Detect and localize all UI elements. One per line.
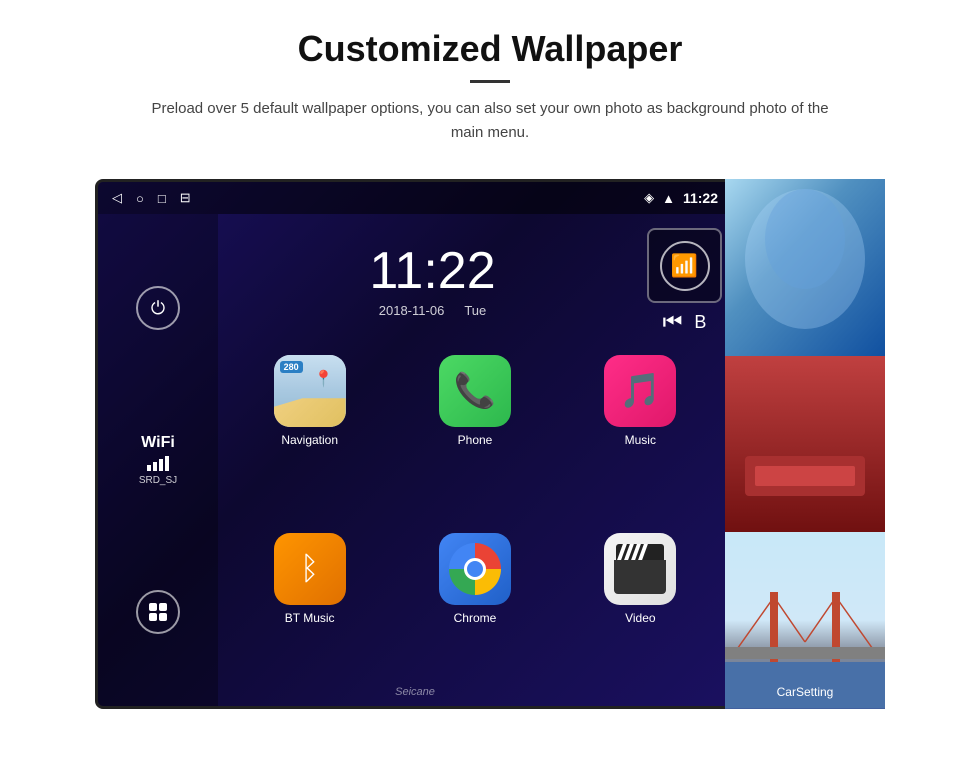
bridge-svg [725, 532, 885, 708]
clock-date-value: 2018-11-06 [379, 303, 445, 318]
wifi-bar-2 [153, 462, 157, 471]
page-description: Preload over 5 default wallpaper options… [150, 97, 830, 145]
status-bar-right: ◈ ▲ 11:22 [644, 190, 718, 206]
clock-section: 11:22 2018-11-06 Tue [228, 245, 637, 318]
btmusic-app-icon: ᛒ [274, 533, 346, 605]
title-divider [470, 80, 510, 83]
watermark-text: Seicane [395, 686, 435, 698]
video-clapper-icon [614, 544, 666, 594]
wallpaper-thumbnails: CarSetting [725, 179, 885, 709]
car-setting-label: CarSetting [725, 685, 885, 699]
back-nav-icon: ◁ [112, 190, 122, 206]
chrome-app-icon [439, 533, 511, 605]
power-icon: ⏻ [151, 298, 165, 319]
top-row: 11:22 2018-11-06 Tue 📶 [228, 214, 722, 345]
apps-grid-icon [149, 603, 167, 621]
wallpaper-thumb-casino[interactable] [725, 356, 885, 533]
media-icon-box: 📶 [647, 228, 722, 303]
wallpaper-thumb-bridge[interactable] [725, 532, 885, 709]
app-item-btmusic[interactable]: ᛒ BT Music [234, 533, 385, 697]
clapper-body [614, 560, 666, 594]
bluetooth-icon: ᛒ [300, 550, 319, 587]
wifi-bar-4 [165, 456, 169, 471]
app-item-phone[interactable]: 📞 Phone [399, 355, 550, 519]
phone-app-icon: 📞 [439, 355, 511, 427]
chrome-inner-circle [464, 558, 486, 580]
music-note-icon: 🎵 [619, 371, 661, 411]
btmusic-app-label: BT Music [285, 611, 335, 625]
clock-date: 2018-11-06 Tue [228, 303, 637, 318]
apps-button[interactable] [136, 590, 180, 634]
video-app-label: Video [625, 611, 655, 625]
app-item-video[interactable]: Video [565, 533, 716, 697]
power-button[interactable]: ⏻ [136, 286, 180, 330]
music-app-icon: 🎵 [604, 355, 676, 427]
wifi-label: WiFi [139, 434, 177, 452]
wifi-bars [139, 456, 177, 471]
recents-nav-icon: □ [158, 191, 166, 206]
nav-road [274, 398, 346, 427]
navigation-app-label: Navigation [281, 433, 338, 447]
wifi-bar-3 [159, 459, 163, 471]
app-item-navigation[interactable]: 280 📍 Navigation [234, 355, 385, 519]
app-grid: 280 📍 Navigation 📞 Phone [228, 345, 722, 706]
chrome-app-label: Chrome [454, 611, 497, 625]
page-title: Customized Wallpaper [60, 28, 920, 70]
clapper-top [616, 544, 664, 560]
wifi-info: WiFi SRD_SJ [139, 434, 177, 486]
status-bar: ◁ ○ □ ⊟ ◈ ▲ 11:22 [98, 182, 732, 214]
home-nav-icon: ○ [136, 191, 144, 206]
media-section: 📶 ⏮ B [647, 228, 722, 335]
nav-map-inner: 280 📍 [274, 355, 346, 427]
page-container: Customized Wallpaper Preload over 5 defa… [0, 0, 980, 758]
next-track-button[interactable]: B [694, 312, 706, 333]
app-item-music[interactable]: 🎵 Music [565, 355, 716, 519]
chrome-circle [449, 543, 501, 595]
screenshot-icon: ⊟ [180, 190, 191, 206]
phone-app-label: Phone [458, 433, 493, 447]
clock-day-value: Tue [464, 303, 486, 318]
clock-time: 11:22 [228, 245, 637, 297]
left-sidebar: ⏻ WiFi SRD_SJ [98, 214, 218, 706]
phone-handset-icon: 📞 [454, 371, 496, 411]
watermark: Seicane [395, 686, 435, 698]
status-time: 11:22 [683, 190, 718, 206]
app-item-chrome[interactable]: Chrome [399, 533, 550, 697]
header-section: Customized Wallpaper Preload over 5 defa… [0, 0, 980, 161]
nav-badge: 280 [280, 361, 303, 373]
nav-pin-icon: 📍 [314, 369, 334, 389]
screen-content: ⏻ WiFi SRD_SJ [98, 214, 732, 706]
video-app-icon [604, 533, 676, 605]
status-bar-left: ◁ ○ □ ⊟ [112, 190, 191, 206]
wifi-media-icon: 📶 [671, 253, 698, 279]
casino-svg [725, 356, 885, 533]
media-controls: ⏮ B [663, 309, 707, 335]
android-screen-wrapper: ◁ ○ □ ⊟ ◈ ▲ 11:22 ⏻ [95, 179, 885, 709]
wifi-bar-1 [147, 465, 151, 471]
wifi-status-icon: ▲ [662, 191, 675, 206]
center-area: 11:22 2018-11-06 Tue 📶 [218, 214, 732, 706]
wifi-ssid: SRD_SJ [139, 475, 177, 486]
prev-track-button[interactable]: ⏮ [663, 309, 683, 335]
android-screen: ◁ ○ □ ⊟ ◈ ▲ 11:22 ⏻ [95, 179, 735, 709]
location-icon: ◈ [644, 190, 654, 206]
music-app-label: Music [625, 433, 656, 447]
ice-cave-svg [725, 179, 885, 356]
navigation-app-icon: 280 📍 [274, 355, 346, 427]
wallpaper-thumb-ice[interactable] [725, 179, 885, 356]
media-icon-inner: 📶 [660, 241, 710, 291]
